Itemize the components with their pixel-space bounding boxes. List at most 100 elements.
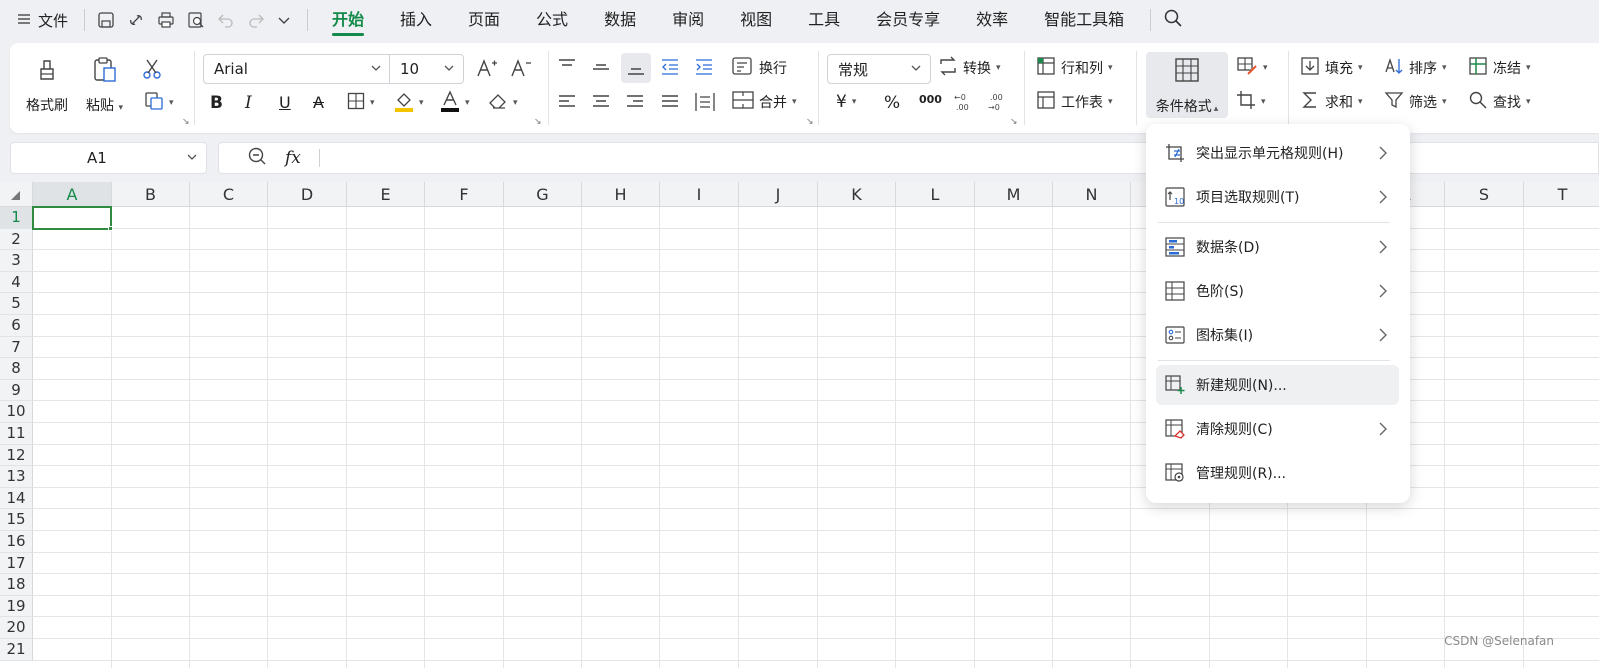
tab-9[interactable]: 效率 (958, 0, 1026, 40)
column-header-a[interactable]: A (33, 182, 112, 207)
dialog-launcher-icon[interactable]: ↘ (806, 117, 814, 127)
print-icon[interactable] (157, 11, 175, 29)
decrease-font-icon[interactable] (510, 57, 532, 83)
row-header-2[interactable]: 2 (0, 228, 33, 251)
row-header-14[interactable]: 14 (0, 487, 33, 510)
row-header-15[interactable]: 15 (0, 509, 33, 531)
tab-3[interactable]: 公式 (518, 0, 586, 40)
fill-handle[interactable] (108, 226, 113, 231)
row-header-9[interactable]: 9 (0, 379, 33, 402)
cell-style-button[interactable]: ▾ (1236, 54, 1268, 82)
zoom-formula-icon[interactable] (247, 146, 267, 170)
undo-icon[interactable] (217, 11, 235, 29)
column-header-d[interactable]: D (268, 182, 347, 207)
conditional-format-button[interactable]: 条件格式 ▴ (1146, 52, 1228, 118)
paste-button[interactable]: 粘贴 ▾ (86, 55, 123, 115)
freeze-button[interactable]: 冻结 ▾ (1468, 54, 1531, 82)
column-header-k[interactable]: K (818, 182, 896, 207)
font-size-select[interactable]: 10 (389, 54, 464, 84)
column-header-t[interactable]: T (1524, 182, 1599, 207)
column-header-h[interactable]: H (582, 182, 660, 207)
print-preview-icon[interactable] (187, 11, 205, 29)
align-top-icon[interactable] (557, 57, 577, 81)
fill-color-button[interactable]: ▾ (394, 89, 424, 117)
number-format-select[interactable]: 常规 (827, 54, 931, 84)
fill-button[interactable]: 填充 ▾ (1300, 54, 1363, 82)
row-header-11[interactable]: 11 (0, 423, 33, 445)
tab-1[interactable]: 插入 (382, 0, 450, 40)
justify-icon[interactable] (660, 93, 680, 115)
tab-4[interactable]: 数据 (586, 0, 654, 40)
clear-format-button[interactable]: ▾ (488, 89, 518, 117)
tab-0[interactable]: 开始 (314, 0, 382, 40)
find-button[interactable]: 查找 ▾ (1468, 88, 1531, 116)
menu-item-top-bottom-rules[interactable]: 10 项目选取规则(T) (1156, 177, 1399, 217)
dialog-launcher-icon[interactable]: ↘ (182, 117, 190, 127)
row-header-21[interactable]: 21 (0, 639, 33, 661)
select-all-corner[interactable] (0, 182, 33, 207)
column-header-s[interactable]: S (1445, 182, 1524, 207)
menu-item-new-rule[interactable]: 新建规则(N)... (1156, 365, 1399, 405)
bold-button[interactable]: B (210, 93, 223, 113)
file-menu-button[interactable]: 文件 (0, 10, 84, 31)
increase-font-icon[interactable] (476, 57, 498, 83)
italic-button[interactable]: I (245, 93, 252, 113)
link-icon[interactable] (127, 11, 145, 29)
column-header-i[interactable]: I (660, 182, 739, 207)
column-header-g[interactable]: G (504, 182, 582, 207)
copy-button[interactable]: ▾ (144, 89, 174, 117)
row-header-13[interactable]: 13 (0, 466, 33, 488)
sort-button[interactable]: 排序 ▾ (1384, 54, 1447, 82)
currency-button[interactable]: ¥ ▾ (836, 88, 856, 116)
menu-item-highlight-rules[interactable]: 突出显示单元格规则(H) (1156, 133, 1399, 173)
convert-button[interactable]: 转换 ▾ (938, 54, 1001, 82)
row-header-19[interactable]: 19 (0, 595, 33, 618)
increase-indent-icon[interactable] (694, 57, 714, 81)
row-header-5[interactable]: 5 (0, 293, 33, 315)
percent-button[interactable]: % (884, 93, 900, 113)
menu-item-clear-rules[interactable]: 清除规则(C) (1156, 409, 1399, 449)
menu-item-manage-rules[interactable]: 管理规则(R)... (1156, 453, 1399, 493)
row-header-6[interactable]: 6 (0, 315, 33, 337)
crop-button[interactable]: ▾ (1236, 88, 1266, 116)
dialog-launcher-icon[interactable]: ↘ (1010, 117, 1018, 127)
filter-button[interactable]: 筛选 ▾ (1384, 88, 1447, 116)
merge-button[interactable]: 合并 ▾ (732, 88, 797, 116)
insert-function-button[interactable]: fx (285, 148, 301, 168)
worksheet-button[interactable]: 工作表 ▾ (1036, 88, 1113, 116)
tab-7[interactable]: 工具 (790, 0, 858, 40)
column-header-c[interactable]: C (190, 182, 268, 207)
tab-2[interactable]: 页面 (450, 0, 518, 40)
tab-10[interactable]: 智能工具箱 (1026, 0, 1142, 40)
column-header-e[interactable]: E (347, 182, 425, 207)
wrap-text-button[interactable]: 换行 (732, 54, 787, 82)
thousands-separator-button[interactable]: 000 (919, 93, 942, 106)
increase-decimal-icon[interactable]: ←0.00 (952, 91, 976, 117)
font-name-select[interactable]: Arial (203, 54, 390, 84)
row-header-18[interactable]: 18 (0, 574, 33, 596)
row-header-10[interactable]: 10 (0, 401, 33, 423)
row-header-16[interactable]: 16 (0, 531, 33, 553)
redo-icon[interactable] (247, 11, 265, 29)
column-header-b[interactable]: B (112, 182, 190, 207)
column-header-j[interactable]: J (739, 182, 818, 207)
column-header-m[interactable]: M (975, 182, 1053, 207)
row-header-8[interactable]: 8 (0, 358, 33, 380)
cut-icon[interactable] (140, 57, 164, 85)
row-header-20[interactable]: 20 (0, 617, 33, 639)
row-header-12[interactable]: 12 (0, 444, 33, 467)
align-center-icon[interactable] (591, 93, 611, 115)
row-header-17[interactable]: 17 (0, 552, 33, 575)
borders-button[interactable]: ▾ (347, 89, 375, 117)
row-header-1[interactable]: 1 (0, 207, 33, 229)
row-header-4[interactable]: 4 (0, 271, 33, 294)
row-header-7[interactable]: 7 (0, 336, 33, 359)
rows-cols-button[interactable]: 行和列 ▾ (1036, 54, 1113, 82)
format-painter-button[interactable]: 格式刷 (26, 55, 68, 115)
save-icon[interactable] (97, 11, 115, 29)
font-color-button[interactable]: ▾ (440, 89, 470, 117)
search-icon[interactable] (1163, 8, 1183, 32)
align-middle-icon[interactable] (591, 57, 611, 81)
tab-6[interactable]: 视图 (722, 0, 790, 40)
name-box[interactable]: A1 (10, 142, 207, 174)
